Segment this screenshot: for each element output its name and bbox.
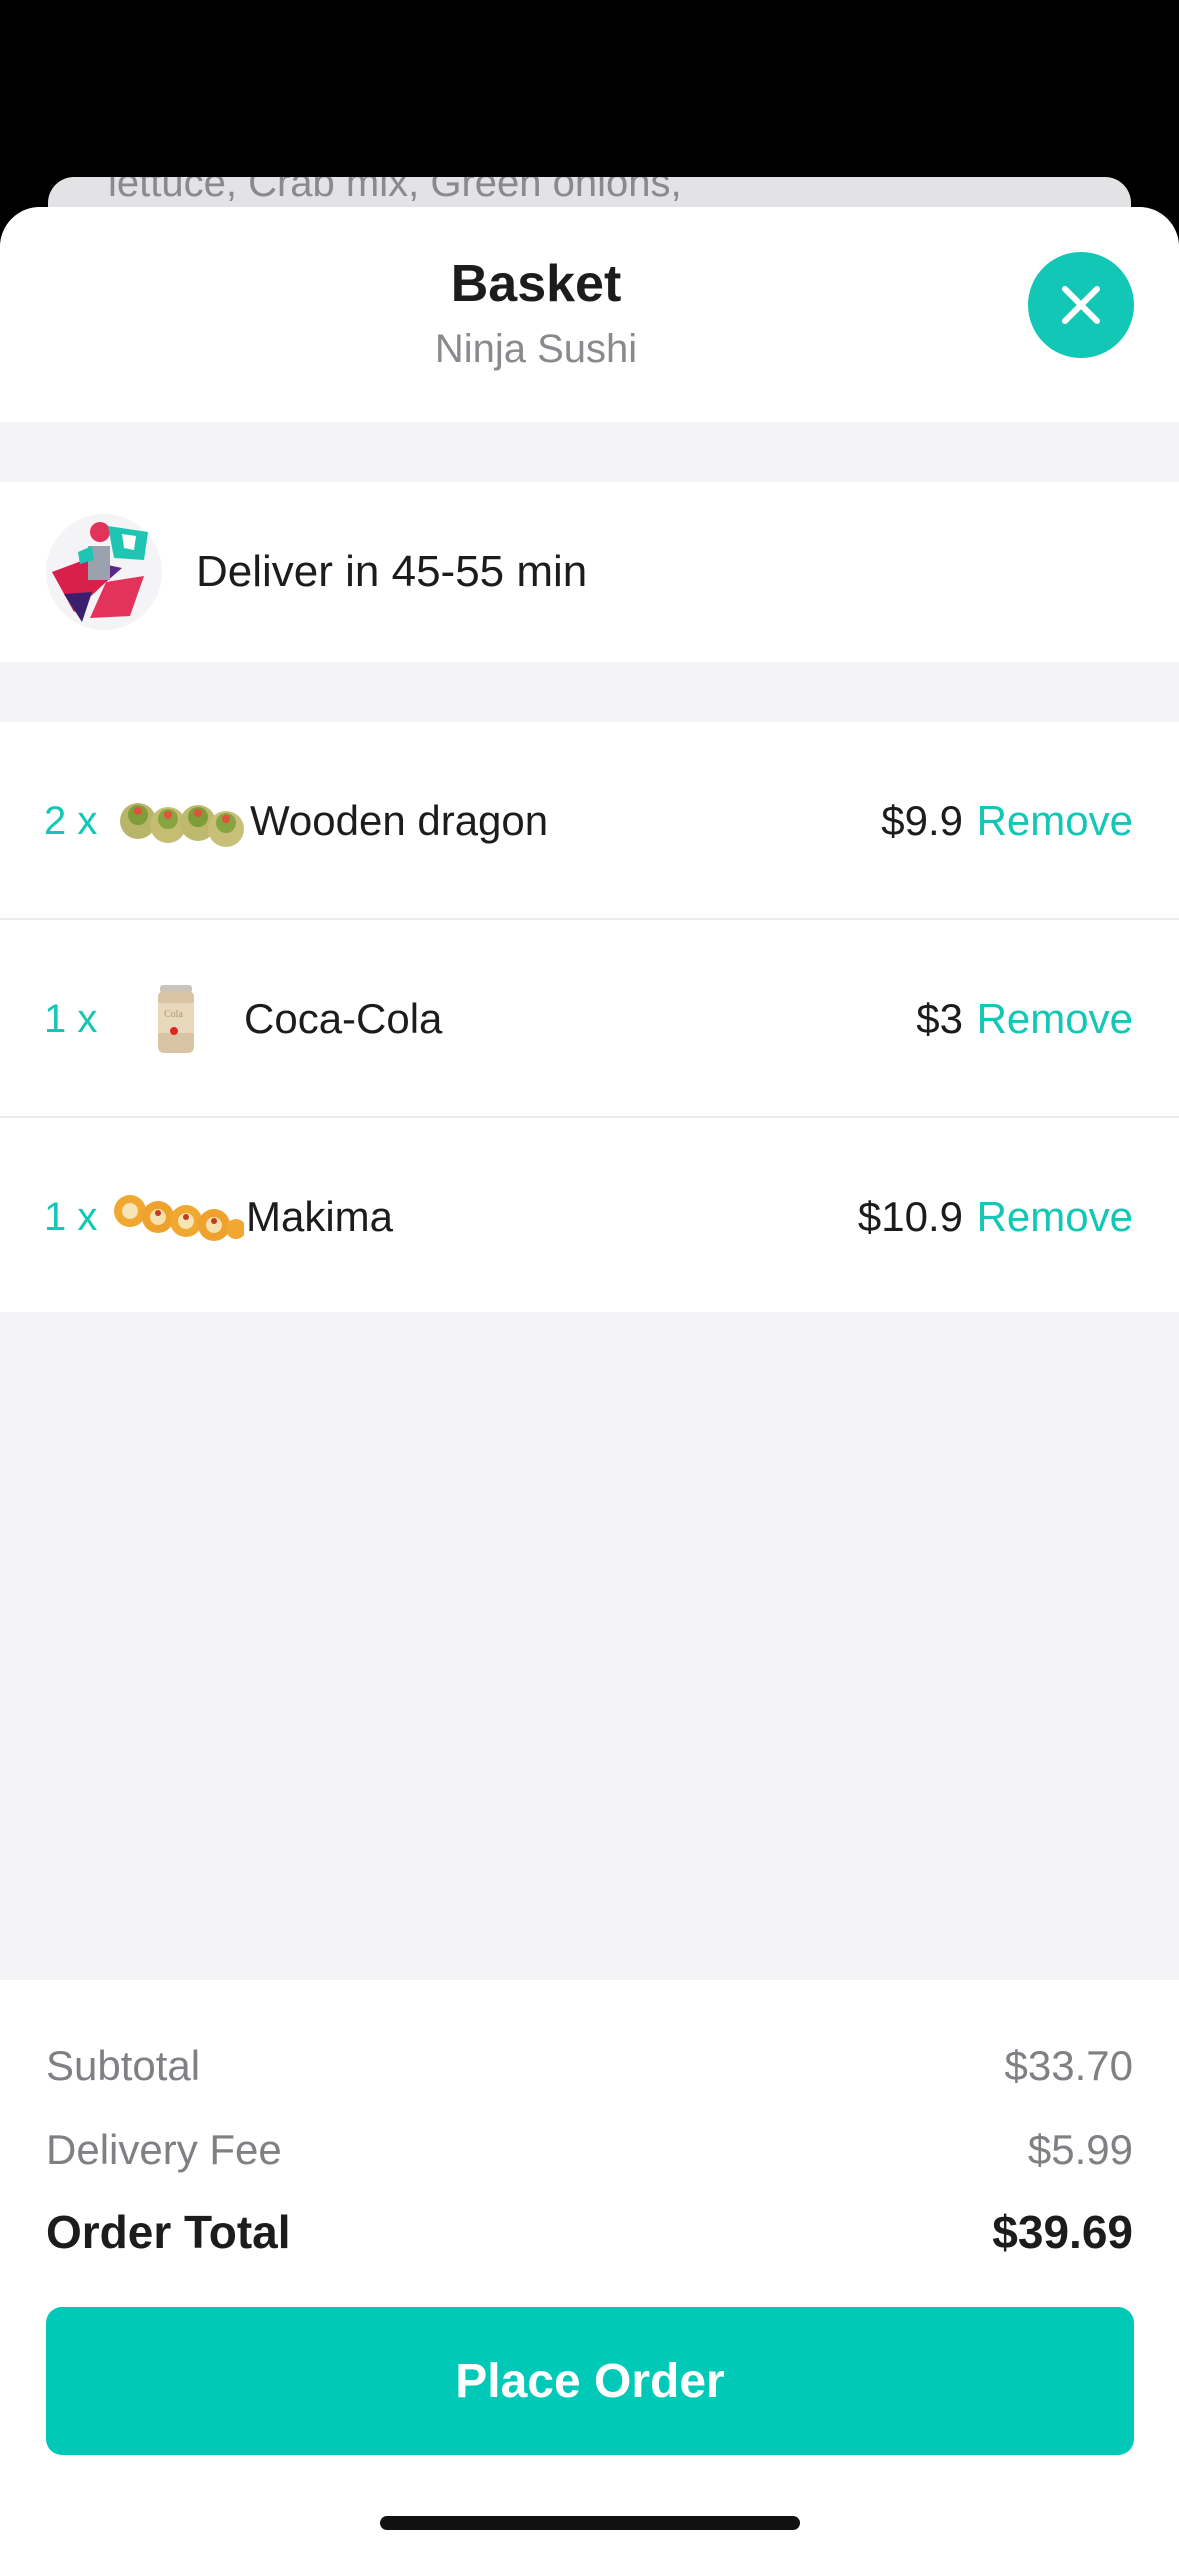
basket-item: 1 x Makima $10.9 Remove: [0, 1118, 1179, 1312]
delivery-fee-row: Delivery Fee $5.99: [46, 2124, 1133, 2176]
subtotal-row: Subtotal $33.70: [46, 2040, 1133, 2092]
courier-icon: [44, 512, 164, 632]
place-order-button[interactable]: Place Order: [46, 2307, 1134, 2455]
item-quantity: 1 x: [44, 997, 98, 1041]
subtotal-value: $33.70: [1004, 2042, 1133, 2089]
close-button[interactable]: [1028, 252, 1134, 358]
item-quantity: 1 x: [44, 1195, 98, 1239]
svg-text:Cola: Cola: [164, 1009, 183, 1020]
subtotal-label: Subtotal: [46, 2042, 201, 2089]
order-total-label: Order Total: [46, 2206, 291, 2258]
order-total-value: $39.69: [992, 2206, 1133, 2258]
basket-items-list: 2 x Wooden dragon $9.9 Remove 1 x Cola C…: [0, 722, 1179, 1312]
basket-item: 2 x Wooden dragon $9.9 Remove: [0, 722, 1179, 920]
item-thumbnail: Cola: [152, 964, 200, 1074]
basket-header: Basket Ninja Sushi: [0, 207, 1179, 422]
delivery-time-text: Deliver in 45-55 min: [196, 547, 588, 596]
item-price: $3: [916, 995, 963, 1042]
item-thumbnail: [118, 766, 248, 876]
delivery-fee-value: $5.99: [1027, 2126, 1133, 2173]
background-item-description: lettuce, Crab mix, Green onions,: [108, 177, 682, 205]
basket-item: 1 x Cola Coca-Cola $3 Remove: [0, 920, 1179, 1118]
item-price: $10.9: [857, 1193, 963, 1240]
order-total-row: Order Total $39.69: [46, 2206, 1133, 2258]
page-title: Basket: [450, 255, 622, 313]
item-thumbnail: [112, 1162, 244, 1272]
restaurant-name: Ninja Sushi: [434, 327, 638, 371]
remove-button[interactable]: Remove: [977, 994, 1133, 1044]
item-name: Wooden dragon: [250, 797, 549, 844]
delivery-info: Deliver in 45-55 min: [0, 482, 1179, 662]
item-name: Makima: [246, 1193, 394, 1240]
home-indicator[interactable]: [380, 2516, 800, 2530]
item-name: Coca-Cola: [244, 995, 443, 1042]
delivery-fee-label: Delivery Fee: [46, 2126, 282, 2173]
item-quantity: 2 x: [44, 799, 98, 843]
remove-button[interactable]: Remove: [977, 1192, 1133, 1242]
remove-button[interactable]: Remove: [977, 796, 1133, 846]
close-icon: [1062, 286, 1100, 324]
item-price: $9.9: [881, 797, 963, 844]
basket-sheet: Basket Ninja Sushi Deliver in 45-55 min …: [0, 207, 1179, 2556]
